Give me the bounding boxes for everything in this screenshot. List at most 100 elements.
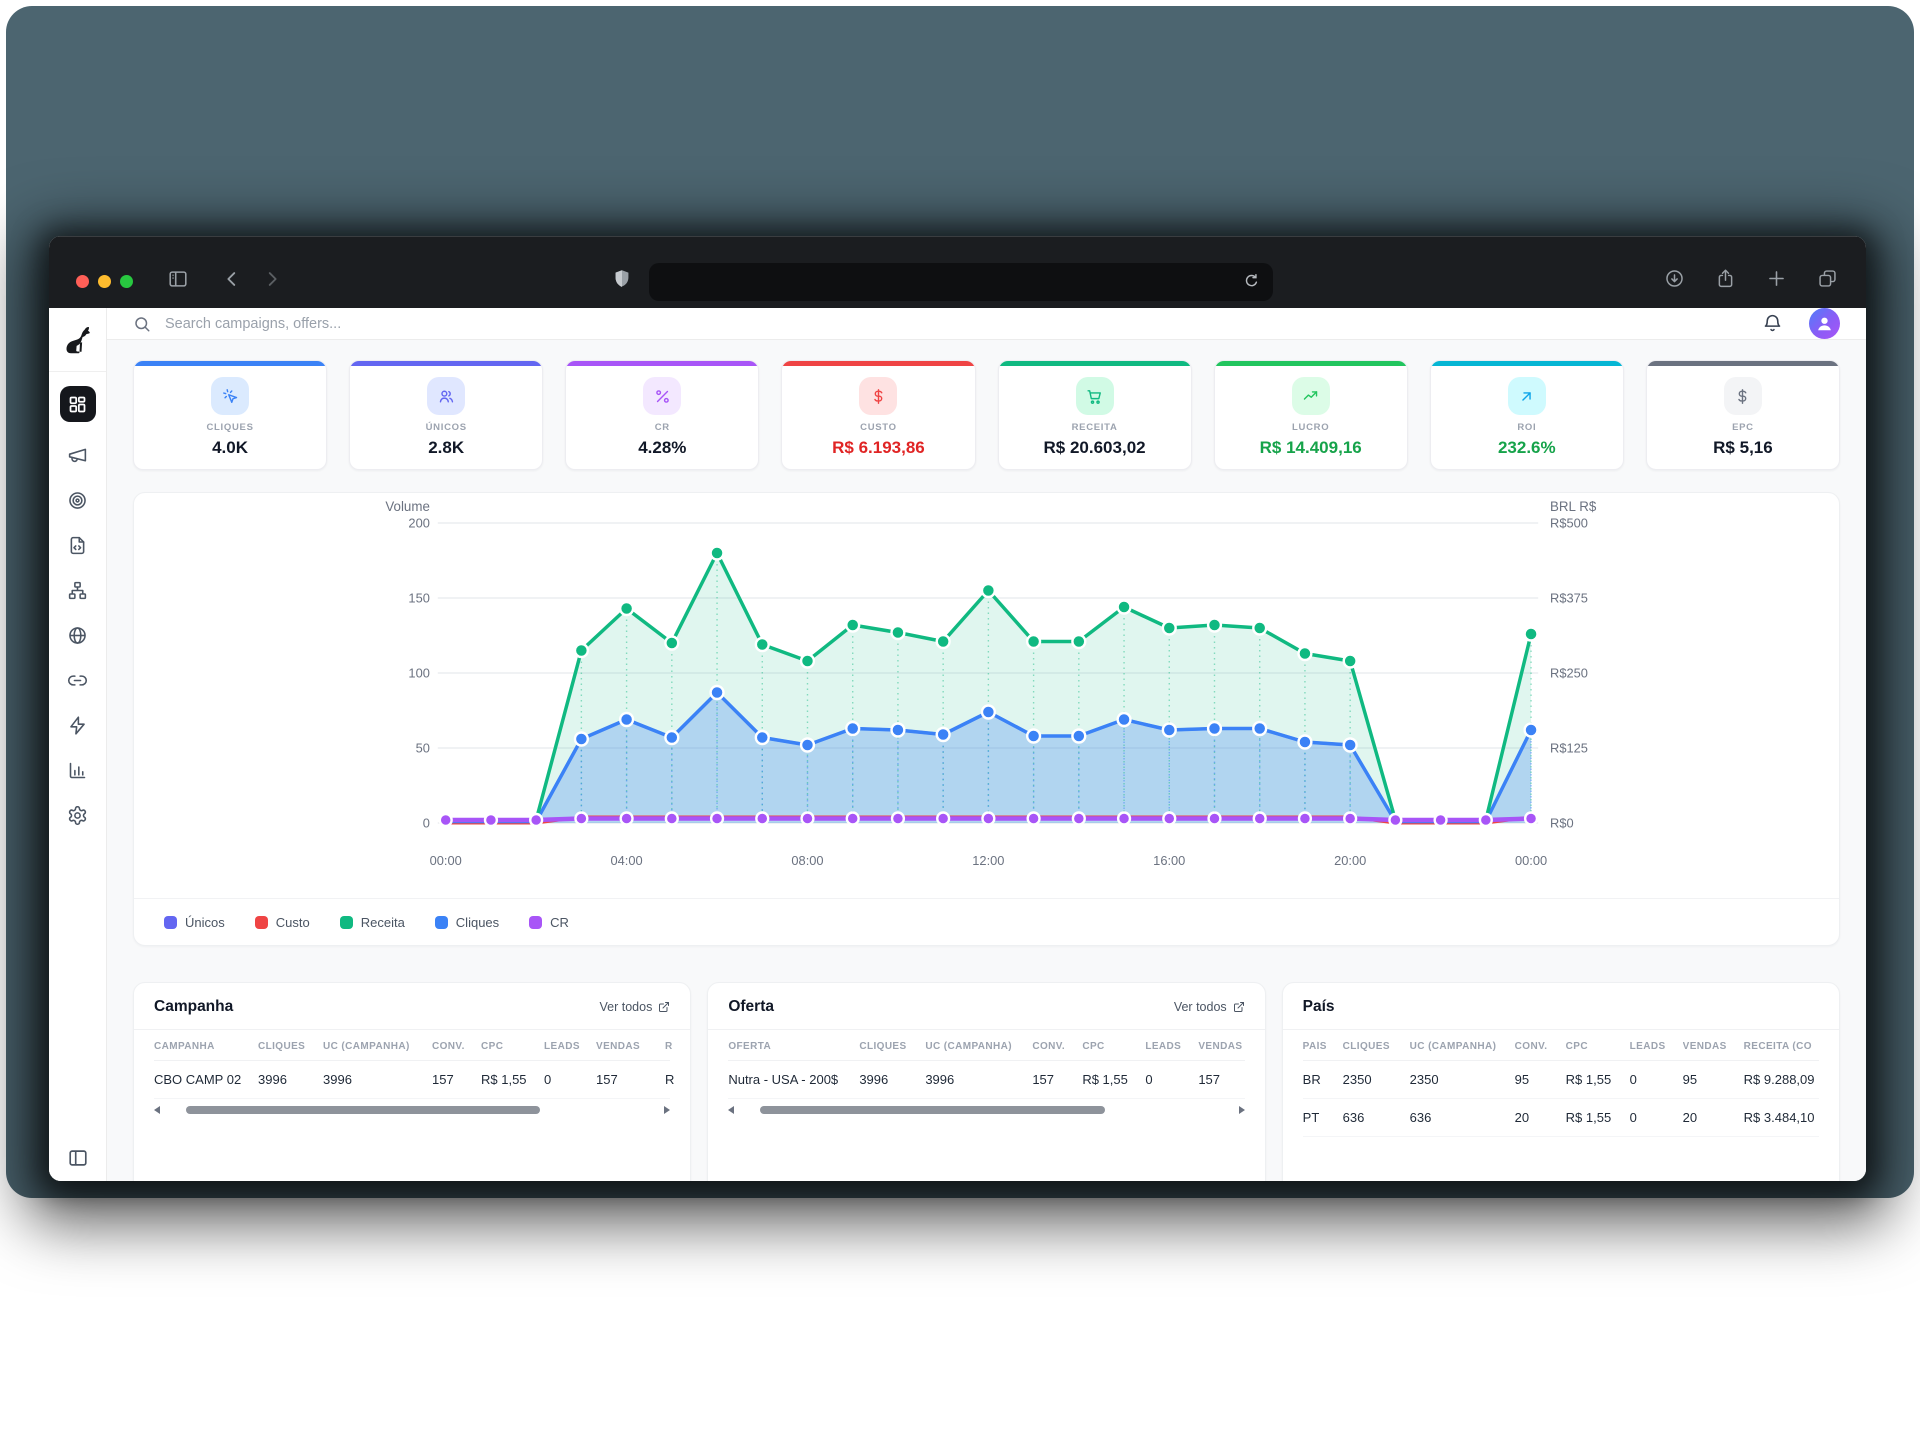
column-header: VENDAS bbox=[1683, 1041, 1744, 1052]
horizontal-scrollbar[interactable] bbox=[154, 1106, 670, 1114]
legend-item-únicos[interactable]: Únicos bbox=[164, 915, 225, 930]
table-cell: 3996 bbox=[859, 1072, 925, 1087]
chart-legend: Únicos Custo Receita Cliques CR bbox=[134, 898, 1839, 945]
maximize-button[interactable] bbox=[120, 275, 133, 288]
kpi-label: LUCRO bbox=[1215, 422, 1407, 433]
downloads-icon[interactable] bbox=[1664, 268, 1685, 289]
percent-icon bbox=[643, 377, 681, 415]
legend-item-cr[interactable]: CR bbox=[529, 915, 569, 930]
sidebar-item-offers-target[interactable] bbox=[66, 488, 90, 512]
legend-label: Únicos bbox=[185, 915, 225, 930]
forward-button-icon[interactable] bbox=[261, 268, 283, 290]
svg-text:20:00: 20:00 bbox=[1334, 853, 1366, 868]
ver-todos-link[interactable]: Ver todos bbox=[600, 1000, 671, 1014]
share-icon[interactable] bbox=[1715, 268, 1736, 289]
table-cell: 636 bbox=[1343, 1110, 1410, 1125]
table-cell: 157 bbox=[432, 1072, 481, 1087]
legend-swatch bbox=[164, 916, 177, 929]
dog-logo bbox=[49, 308, 106, 372]
svg-text:150: 150 bbox=[408, 590, 429, 605]
column-header: CLIQUES bbox=[859, 1041, 925, 1052]
column-header: LEADS bbox=[1145, 1041, 1198, 1052]
kpi-card-custo: CUSTOR$ 6.193,86 bbox=[781, 360, 975, 470]
kpi-label: EPC bbox=[1647, 422, 1839, 433]
sidebar-item-domains-globe[interactable] bbox=[66, 623, 90, 647]
scroll-left-arrow[interactable] bbox=[154, 1106, 160, 1114]
svg-text:R$375: R$375 bbox=[1550, 590, 1588, 605]
table-cell: 2350 bbox=[1343, 1072, 1410, 1087]
kpi-label: ÚNICOS bbox=[350, 422, 542, 433]
avatar[interactable] bbox=[1809, 308, 1840, 339]
table-cell: R$ 9.288,09 bbox=[1744, 1072, 1836, 1087]
column-header: RECEITA (CO bbox=[1744, 1041, 1836, 1052]
svg-text:00:00: 00:00 bbox=[1515, 853, 1547, 868]
legend-item-receita[interactable]: Receita bbox=[340, 915, 405, 930]
sidebar-item-automation-zap[interactable] bbox=[66, 713, 90, 737]
dollar-icon bbox=[1724, 377, 1762, 415]
dollar-icon bbox=[859, 377, 897, 415]
column-header: VENDAS bbox=[596, 1041, 665, 1052]
trend-up-icon bbox=[1292, 377, 1330, 415]
scrollbar-thumb[interactable] bbox=[760, 1106, 1105, 1114]
table-cell: R$ 1,55 bbox=[1082, 1072, 1145, 1087]
shield-icon[interactable] bbox=[611, 268, 633, 290]
column-header: OFERTA bbox=[728, 1041, 859, 1052]
kpi-accent-bar bbox=[350, 361, 542, 366]
table-cell: 95 bbox=[1683, 1072, 1744, 1087]
cursor-click-icon bbox=[211, 377, 249, 415]
svg-text:Volume: Volume bbox=[385, 499, 429, 514]
notifications-bell-icon[interactable] bbox=[1762, 313, 1783, 334]
svg-text:00:00: 00:00 bbox=[430, 853, 462, 868]
legend-label: Cliques bbox=[456, 915, 499, 930]
column-header: LEADS bbox=[544, 1041, 596, 1052]
app-header bbox=[107, 308, 1866, 340]
sidebar-item-campaigns[interactable] bbox=[66, 443, 90, 467]
sidebar-item-flows-network[interactable] bbox=[66, 578, 90, 602]
search-bar bbox=[133, 315, 1762, 333]
sidebar-item-links[interactable] bbox=[66, 668, 90, 692]
new-tab-icon[interactable] bbox=[1766, 268, 1787, 289]
collapse-sidebar-icon[interactable] bbox=[67, 1147, 89, 1169]
table-header-row: CAMPANHACLIQUESUC (CAMPANHA)CONV.CPCLEAD… bbox=[154, 1030, 670, 1061]
svg-text:R$0: R$0 bbox=[1550, 815, 1574, 830]
scrollbar-thumb[interactable] bbox=[186, 1106, 540, 1114]
reload-icon[interactable] bbox=[1242, 272, 1261, 291]
table-title: Campanha bbox=[154, 998, 233, 1016]
sidebar-item-reports-chart[interactable] bbox=[66, 758, 90, 782]
app-sidebar bbox=[49, 308, 107, 1181]
scrollbar-track[interactable] bbox=[740, 1106, 1232, 1114]
kpi-value: R$ 6.193,86 bbox=[782, 438, 974, 458]
scrollbar-track[interactable] bbox=[166, 1106, 658, 1114]
kpi-value: 4.28% bbox=[566, 438, 758, 458]
sidebar-item-dashboard[interactable] bbox=[60, 386, 96, 422]
legend-item-custo[interactable]: Custo bbox=[255, 915, 310, 930]
kpi-card-lucro: LUCROR$ 14.409,16 bbox=[1214, 360, 1408, 470]
browser-sidebar-toggle-icon[interactable] bbox=[167, 268, 189, 290]
legend-swatch bbox=[340, 916, 353, 929]
column-header: CAMPANHA bbox=[154, 1041, 258, 1052]
table-cell: 636 bbox=[1410, 1110, 1515, 1125]
close-button[interactable] bbox=[76, 275, 89, 288]
back-button-icon[interactable] bbox=[221, 268, 243, 290]
scroll-right-arrow[interactable] bbox=[1239, 1106, 1245, 1114]
ver-todos-link[interactable]: Ver todos bbox=[1174, 1000, 1245, 1014]
minimize-button[interactable] bbox=[98, 275, 111, 288]
table-row: Nutra - USA - 200$39963996157R$ 1,550157 bbox=[728, 1061, 1244, 1099]
table-cell: 3996 bbox=[258, 1072, 323, 1087]
sidebar-item-landing-pages[interactable] bbox=[66, 533, 90, 557]
legend-item-cliques[interactable]: Cliques bbox=[435, 915, 499, 930]
horizontal-scrollbar[interactable] bbox=[728, 1106, 1244, 1114]
address-bar[interactable] bbox=[649, 263, 1273, 301]
scroll-right-arrow[interactable] bbox=[664, 1106, 670, 1114]
kpi-label: CR bbox=[566, 422, 758, 433]
table-cell: 157 bbox=[596, 1072, 665, 1087]
search-input[interactable] bbox=[163, 315, 587, 333]
legend-swatch bbox=[435, 916, 448, 929]
kpi-label: CLIQUES bbox=[134, 422, 326, 433]
scroll-left-arrow[interactable] bbox=[728, 1106, 734, 1114]
sidebar-item-settings-gear[interactable] bbox=[66, 803, 90, 827]
tab-overview-icon[interactable] bbox=[1817, 268, 1838, 289]
table-cell: 0 bbox=[1630, 1110, 1683, 1125]
column-header: PAÍS bbox=[1303, 1041, 1343, 1052]
legend-swatch bbox=[255, 916, 268, 929]
